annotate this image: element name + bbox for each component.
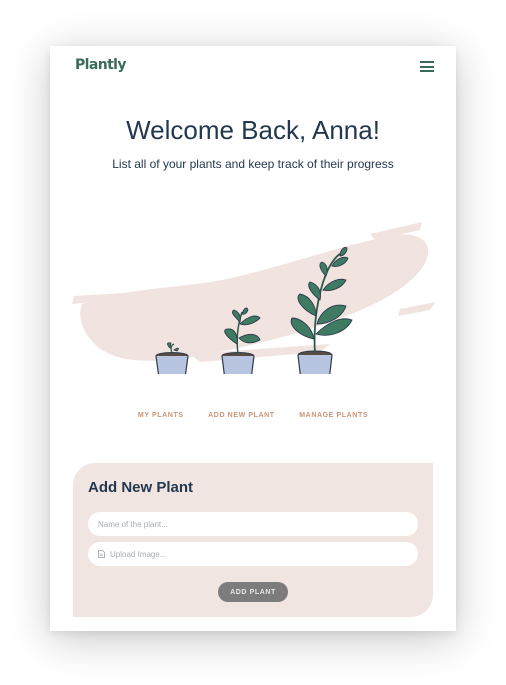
plant-name-input[interactable] [88, 512, 418, 536]
upload-image-field[interactable]: Upload Image... [88, 542, 418, 566]
nav-add-new-plant[interactable]: ADD NEW PLANT [208, 412, 275, 419]
nav-my-plants[interactable]: MY PLANTS [138, 412, 184, 419]
page-title: Welcome Back, Anna! [126, 115, 380, 145]
upload-placeholder: Upload Image... [110, 549, 167, 559]
nav-manage-plants[interactable]: MANAGE PLANTS [299, 412, 368, 419]
form-title: Add New Plant [88, 479, 194, 496]
logo[interactable]: Plantly [75, 57, 127, 73]
hamburger-icon[interactable] [420, 61, 434, 73]
page-subtitle: List all of your plants and keep track o… [112, 157, 394, 171]
plants-illustration [72, 222, 436, 374]
file-icon [98, 550, 105, 558]
main-nav: MY PLANTS ADD NEW PLANT MANAGE PLANTS [50, 412, 456, 419]
app-card: Plantly Welcome Back, Anna! List all of … [50, 46, 456, 631]
add-plant-panel: Add New Plant Upload Image... ADD PLANT [73, 463, 433, 617]
add-plant-button[interactable]: ADD PLANT [218, 582, 288, 602]
